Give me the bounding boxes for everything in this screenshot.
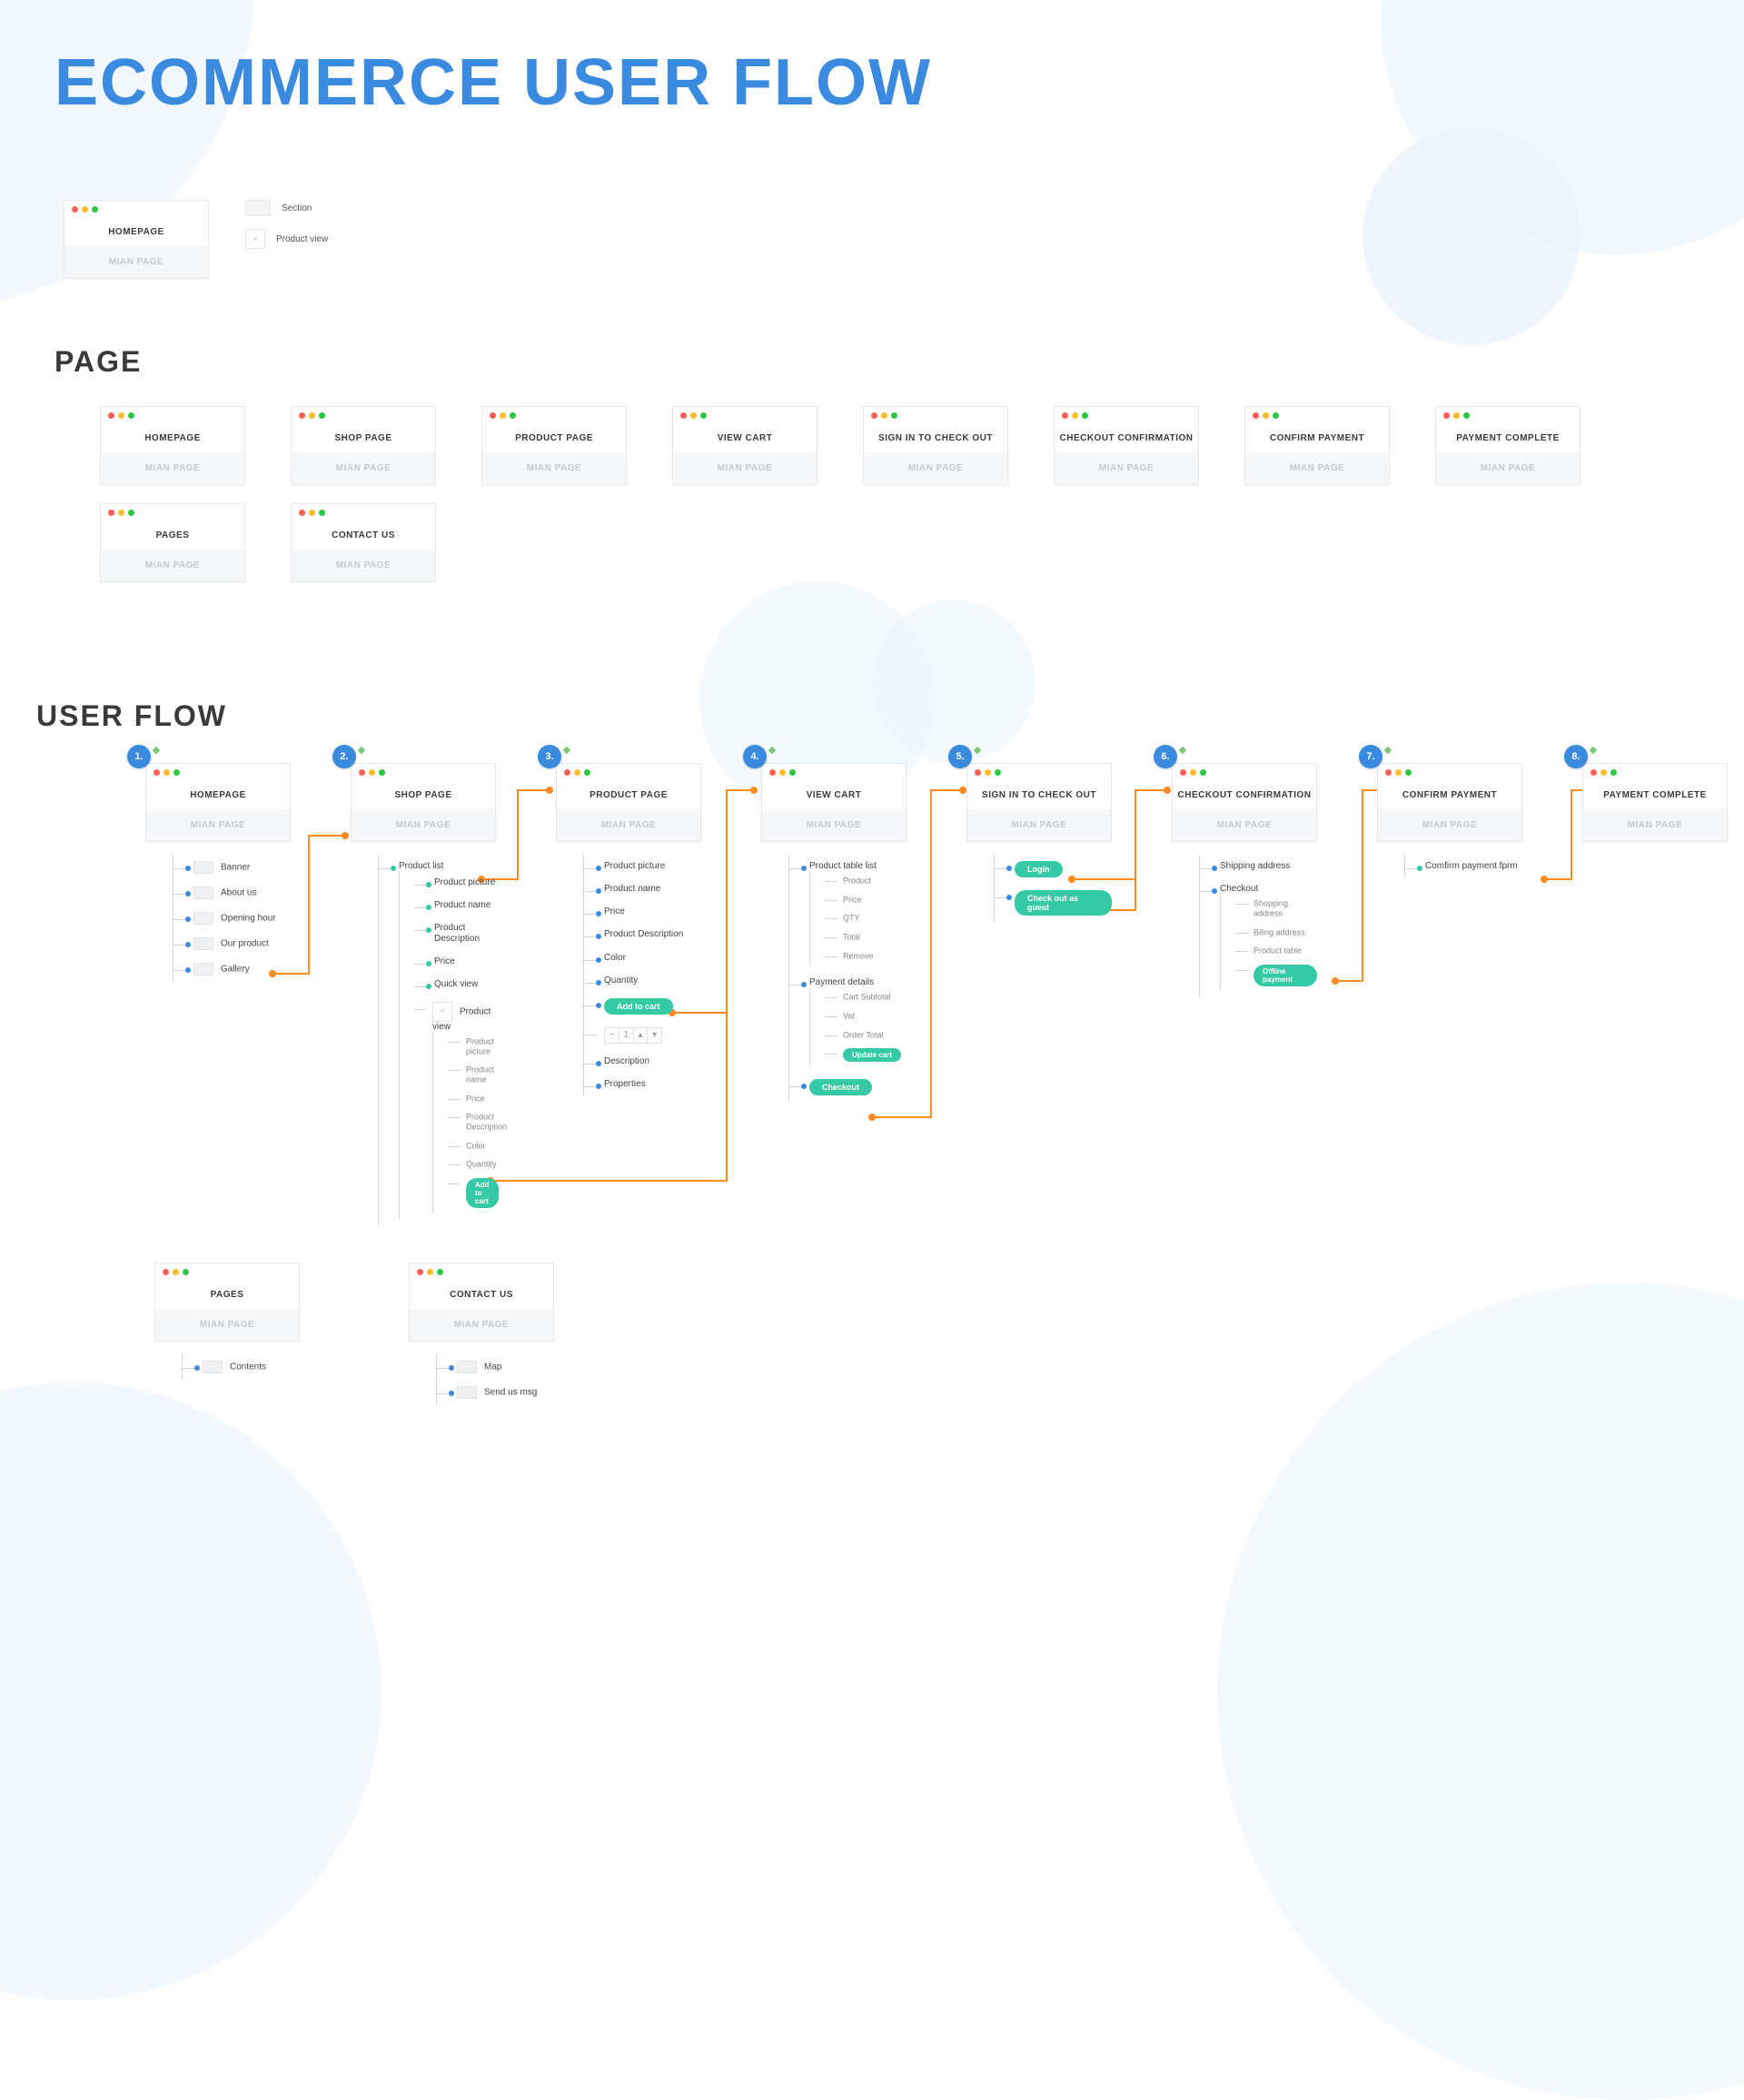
page-card-sub: MIAN PAGE [864,452,1007,484]
page-card-title: PRODUCT PAGE [482,419,626,452]
page-card-title: SHOP PAGE [352,776,495,809]
flow-column: 3. PRODUCT PAGE MIAN PAGE Product pictur… [556,763,701,1225]
page-card-sub: MIAN PAGE [762,809,906,841]
flow-column: 5. SIGN IN TO CHECK OUT MIAN PAGE Login … [966,763,1112,1225]
page-card: PRODUCT PAGE MIAN PAGE [481,406,627,485]
page-card-sub: MIAN PAGE [292,550,435,581]
page-card-sub: MIAN PAGE [1378,809,1521,841]
flow-heading: USER FLOW [36,699,227,733]
page-card-sub: MIAN PAGE [557,809,700,841]
guest-checkout-pill[interactable]: Check out as guest [1015,890,1112,916]
page-card-sub: MIAN PAGE [1436,452,1580,484]
legend-productview-label: Product view [276,234,328,244]
login-pill[interactable]: Login [1015,861,1063,877]
section-swatch [245,200,271,216]
page-card: CONTACT US MIAN PAGE [409,1263,554,1342]
page-card: SIGN IN TO CHECK OUT MIAN PAGE [863,406,1008,485]
page-card: VIEW CART MIAN PAGE [672,406,818,485]
page-card-title: CONFIRM PAYMENT [1378,776,1521,809]
page-card-title: PRODUCT PAGE [557,776,700,809]
page-card: SIGN IN TO CHECK OUT MIAN PAGE [966,763,1112,842]
page-card: CONFIRM PAYMENT MIAN PAGE [1377,763,1522,842]
page-card: PAYMENT COMPLETE MIAN PAGE [1435,406,1580,485]
flow-column: 4. VIEW CART MIAN PAGE Product table lis… [761,763,907,1225]
checkout-pill[interactable]: Checkout [809,1079,872,1095]
page-card: PAGES MIAN PAGE [100,503,245,582]
flow-column: 2. SHOP PAGE MIAN PAGE Product list Prod… [351,763,496,1225]
step-badge: 5. [948,745,972,768]
page-card: HOMEPAGE MIAN PAGE [100,406,245,485]
page-card-title: SIGN IN TO CHECK OUT [967,776,1111,809]
legend-card: HOMEPAGE MIAN PAGE [64,200,209,279]
flow-column: CONTACT US MIAN PAGEMapSend us msg [409,1263,554,1405]
page-card-sub: MIAN PAGE [1583,809,1727,841]
product-view-swatch: × [245,229,265,249]
page-card: HOMEPAGE MIAN PAGE [145,763,291,842]
step-badge: 8. [1564,745,1588,768]
flow-column: PAGES MIAN PAGEContents [154,1263,300,1405]
legend-section-label: Section [282,203,312,213]
page-card-sub: MIAN PAGE [967,809,1111,841]
page-card: PAYMENT COMPLETE MIAN PAGE [1582,763,1728,842]
step-badge: 6. [1154,745,1177,768]
page-card: PRODUCT PAGE MIAN PAGE [556,763,701,842]
qty-widget[interactable]: −1▴▾ [604,1027,662,1044]
page-card-sub: MIAN PAGE [410,1309,553,1341]
step-badge: 1. [127,745,151,768]
add-to-cart-pill[interactable]: Add to cart [466,1178,499,1208]
step-badge: 3. [538,745,561,768]
step-badge: 2. [332,745,356,768]
page-card-title: CHECKOUT CONFIRMATION [1173,776,1316,809]
page-card: PAGES MIAN PAGE [154,1263,300,1342]
page-card-title: CHECKOUT CONFIRMATION [1055,419,1198,452]
offline-payment-pill[interactable]: Offline payment [1254,965,1317,986]
page-card: VIEW CART MIAN PAGE [761,763,907,842]
page-card: CHECKOUT CONFIRMATION MIAN PAGE [1054,406,1199,485]
page-card: CONTACT US MIAN PAGE [291,503,436,582]
page-card-title: VIEW CART [673,419,817,452]
flow-column: 7. CONFIRM PAYMENT MIAN PAGE Comfirm pay… [1377,763,1522,1225]
page-card-title: PAGES [155,1275,299,1309]
page-card-title: CONFIRM PAYMENT [1245,419,1389,452]
page-card-sub: MIAN PAGE [352,809,495,841]
page-card: SHOP PAGE MIAN PAGE [351,763,496,842]
page-card-title: SIGN IN TO CHECK OUT [864,419,1007,452]
flow-column: 6. CHECKOUT CONFIRMATION MIAN PAGE Shipp… [1172,763,1317,1225]
legend: HOMEPAGE MIAN PAGE Section × Product vie… [64,200,328,279]
page-card: SHOP PAGE MIAN PAGE [291,406,436,485]
page-card-sub: MIAN PAGE [673,452,817,484]
page-card-title: PAYMENT COMPLETE [1436,419,1580,452]
page-card-sub: MIAN PAGE [1245,452,1389,484]
page-card-sub: MIAN PAGE [146,809,290,841]
page-card-sub: MIAN PAGE [1173,809,1316,841]
page-card-title: VIEW CART [762,776,906,809]
legend-card-title: HOMEPAGE [64,213,208,246]
page-title: ECOMMERCE USER FLOW [54,45,932,120]
step-badge: 7. [1359,745,1382,768]
page-card-title: PAGES [101,516,244,550]
flow-column: 8. PAYMENT COMPLETE MIAN PAGE [1582,763,1728,1225]
page-card-sub: MIAN PAGE [101,550,244,581]
page-card: CONFIRM PAYMENT MIAN PAGE [1244,406,1390,485]
legend-card-sub: MIAN PAGE [64,246,208,278]
step-badge: 4. [743,745,767,768]
page-card-title: HOMEPAGE [146,776,290,809]
flow-column: 1. HOMEPAGE MIAN PAGE BannerAbout usOpen… [145,763,291,1225]
page-card: CHECKOUT CONFIRMATION MIAN PAGE [1172,763,1317,842]
page-card-sub: MIAN PAGE [1055,452,1198,484]
page-card-title: HOMEPAGE [101,419,244,452]
page-card-title: PAYMENT COMPLETE [1583,776,1727,809]
page-card-title: CONTACT US [292,516,435,550]
update-cart-pill[interactable]: Update cart [843,1048,901,1062]
add-to-cart-pill[interactable]: Add to cart [604,998,673,1015]
page-card-sub: MIAN PAGE [292,452,435,484]
page-card-sub: MIAN PAGE [155,1309,299,1341]
page-card-sub: MIAN PAGE [101,452,244,484]
page-card-sub: MIAN PAGE [482,452,626,484]
page-card-title: SHOP PAGE [292,419,435,452]
page-heading: PAGE [54,345,1580,379]
page-card-title: CONTACT US [410,1275,553,1309]
